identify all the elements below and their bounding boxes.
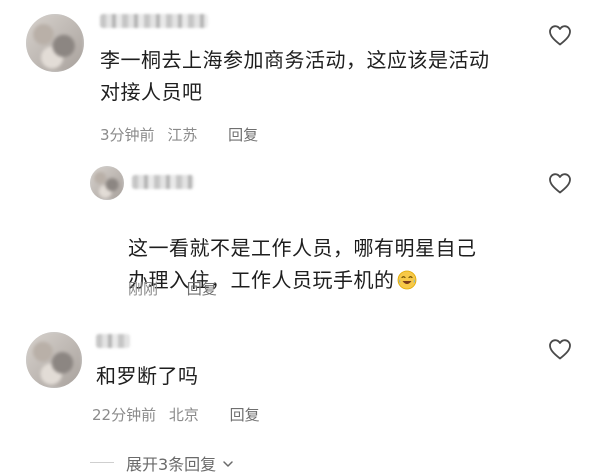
comment-time: 22分钟前 (92, 406, 157, 424)
comment-meta: 3分钟前 江苏 回复 (100, 124, 258, 145)
comment-time: 3分钟前 (100, 126, 155, 144)
avatar[interactable] (26, 14, 84, 72)
reply-button[interactable]: 回复 (228, 126, 258, 144)
reply-button[interactable]: 回复 (187, 280, 217, 298)
comment-meta: 刚刚 回复 (128, 278, 217, 299)
heart-outline-icon[interactable] (548, 338, 572, 360)
expand-divider (90, 462, 114, 463)
laughing-tears-emoji (397, 270, 416, 290)
comment-item: 李一桐去上海参加商务活动，这应该是活动 对接人员吧 3分钟前 江苏 回复 (0, 0, 600, 150)
comment-text: 和罗断了吗 (96, 364, 199, 388)
username-blurred[interactable] (100, 14, 208, 28)
comment-meta: 22分钟前 北京 回复 (92, 404, 260, 425)
comment-location: 江苏 (167, 126, 198, 144)
username-blurred[interactable] (132, 175, 194, 189)
expand-replies-label: 展开3条回复 (126, 455, 217, 474)
heart-outline-icon[interactable] (548, 172, 572, 194)
avatar[interactable] (90, 166, 124, 200)
heart-outline-icon[interactable] (548, 24, 572, 46)
reply-item: 这一看就不是工作人员，哪有明星自己 办理入住，工作人员玩手机的 刚刚 回复 (0, 160, 600, 305)
username-blurred[interactable] (96, 334, 130, 348)
comment-location: 北京 (168, 406, 199, 424)
chevron-down-icon (223, 461, 233, 467)
comment-text: 李一桐去上海参加商务活动，这应该是活动 对接人员吧 (100, 48, 490, 104)
reply-button[interactable]: 回复 (230, 406, 260, 424)
expand-replies-button[interactable]: 展开3条回复 (126, 451, 234, 475)
comment-time: 刚刚 (128, 280, 159, 298)
comment-item: 和罗断了吗 22分钟前 北京 回复 (0, 320, 600, 430)
avatar[interactable] (26, 332, 82, 388)
